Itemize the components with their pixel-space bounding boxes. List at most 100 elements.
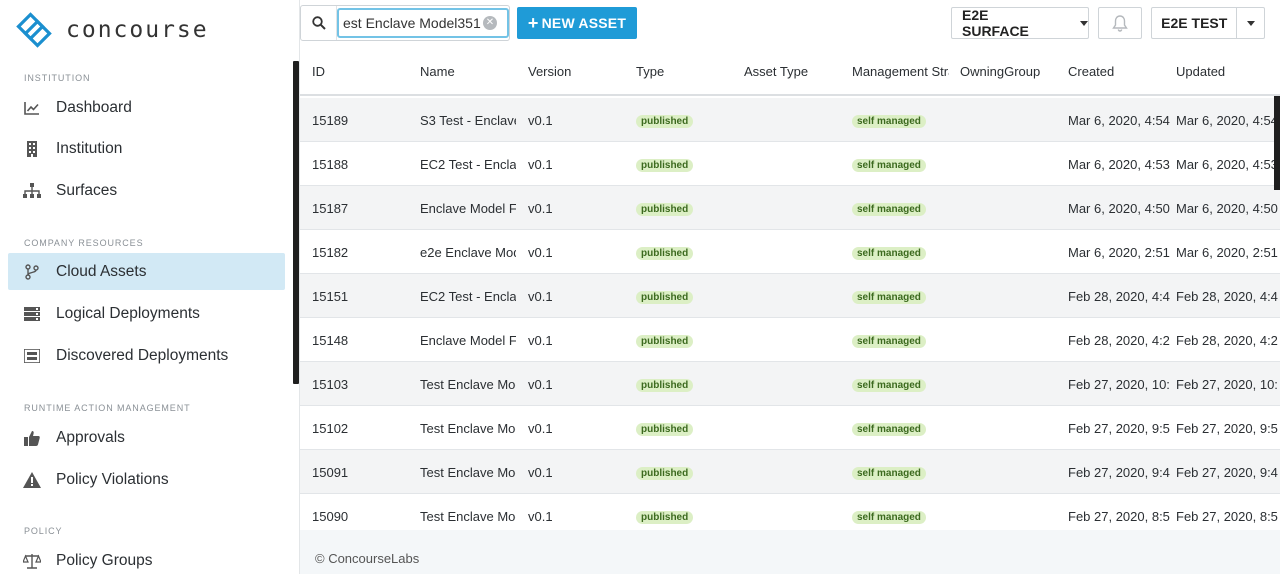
management-badge: self managed — [852, 159, 926, 172]
sidebar-item-discovered-deployments[interactable]: Discovered Deployments — [8, 337, 285, 374]
sidebar-item-surfaces[interactable]: Surfaces — [8, 172, 285, 209]
cell-name: Test Enclave Moc — [420, 421, 516, 436]
management-badge: self managed — [852, 203, 926, 216]
footer-copyright: © ConcourseLabs — [315, 551, 420, 566]
cell-updated: Feb 27, 2020, 9:5 — [1176, 421, 1278, 436]
table-row[interactable]: 15090 Test Enclave Moc v0.1 published self m… — [300, 494, 1280, 530]
section-title-company-resources: COMPANY RESOURCES — [24, 238, 144, 248]
cell-updated: Feb 27, 2020, 10: — [1176, 377, 1278, 392]
new-asset-button[interactable]: + NEW ASSET — [517, 7, 637, 39]
table-row[interactable]: 15188 EC2 Test - Enclav v0.1 published self … — [300, 142, 1280, 186]
sidebar-item-label: Policy Groups — [56, 551, 153, 569]
surface-dropdown-label: E2E SURFACE — [962, 7, 1029, 39]
cell-updated: Mar 6, 2020, 4:50 — [1176, 201, 1278, 216]
column-header-version[interactable]: Version — [528, 64, 628, 79]
cell-name: Test Enclave Moc — [420, 465, 516, 480]
warning-icon — [23, 471, 41, 489]
sidebar-item-label: Discovered Deployments — [56, 346, 229, 364]
server-icon — [23, 305, 41, 323]
type-badge: published — [636, 203, 694, 216]
cell-name: S3 Test - Enclave — [420, 113, 516, 128]
management-badge: self managed — [852, 379, 926, 392]
type-badge: published — [636, 115, 694, 128]
column-header-updated[interactable]: Updated — [1176, 64, 1276, 79]
cell-updated: Feb 28, 2020, 4:4 — [1176, 289, 1278, 304]
column-header-type[interactable]: Type — [636, 64, 736, 79]
cell-id: 15188 — [312, 157, 349, 172]
table-scrollbar[interactable] — [1274, 96, 1280, 190]
notifications-button[interactable] — [1098, 7, 1142, 39]
brand-name: concourse — [66, 17, 209, 43]
sidebar-scrollbar[interactable] — [293, 61, 299, 384]
cell-id: 15090 — [312, 509, 349, 524]
building-icon — [23, 140, 41, 158]
cell-id: 15189 — [312, 113, 349, 128]
surface-dropdown[interactable]: E2E SURFACE — [951, 7, 1089, 39]
table-row[interactable]: 15148 Enclave Model Fo v0.1 published self m… — [300, 318, 1280, 362]
sidebar: concourse INSTITUTION Dashboard Institut… — [0, 0, 300, 574]
management-badge: self managed — [852, 247, 926, 260]
sidebar-item-label: Policy Violations — [56, 470, 169, 488]
column-header-owning-group[interactable]: OwningGroup — [960, 64, 1060, 79]
column-header-asset-type[interactable]: Asset Type — [744, 64, 844, 79]
cell-created: Feb 27, 2020, 10: — [1068, 377, 1170, 392]
user-menu-toggle[interactable] — [1236, 8, 1264, 38]
top-bar: ✕ + NEW ASSET E2E SURFACE E2E TEST — [300, 0, 1280, 46]
sidebar-item-policy-violations[interactable]: Policy Violations — [8, 461, 285, 498]
cell-id: 15182 — [312, 245, 349, 260]
cell-version: v0.1 — [528, 377, 553, 392]
footer: © ConcourseLabs — [300, 530, 1280, 574]
cell-created: Mar 6, 2020, 4:54 — [1068, 113, 1170, 128]
table-row[interactable]: 15102 Test Enclave Moc v0.1 published self m… — [300, 406, 1280, 450]
cell-created: Mar 6, 2020, 4:50 — [1068, 201, 1170, 216]
concourse-logo-icon — [16, 12, 52, 48]
cell-name: Test Enclave Moc — [420, 509, 516, 524]
management-badge: self managed — [852, 335, 926, 348]
sidebar-item-policy-groups[interactable]: Policy Groups — [8, 542, 285, 574]
table-row[interactable]: 15189 S3 Test - Enclave v0.1 published self … — [300, 98, 1280, 142]
management-badge: self managed — [852, 115, 926, 128]
cell-updated: Mar 6, 2020, 4:53 — [1176, 157, 1278, 172]
cell-version: v0.1 — [528, 421, 553, 436]
table-row[interactable]: 15187 Enclave Model Fo v0.1 published self m… — [300, 186, 1280, 230]
type-badge: published — [636, 467, 694, 480]
cell-created: Mar 6, 2020, 4:53 — [1068, 157, 1170, 172]
code-branch-icon — [23, 263, 41, 281]
type-badge: published — [636, 291, 694, 304]
column-header-created[interactable]: Created — [1068, 64, 1168, 79]
management-badge: self managed — [852, 511, 926, 524]
type-badge: published — [636, 423, 694, 436]
bell-icon — [1112, 15, 1128, 32]
cell-name: EC2 Test - Enclav — [420, 289, 516, 304]
column-header-management-strategy[interactable]: Management Stra — [852, 64, 949, 79]
table-row[interactable]: 15151 EC2 Test - Enclav v0.1 published self … — [300, 274, 1280, 318]
table-row[interactable]: 15091 Test Enclave Moc v0.1 published self m… — [300, 450, 1280, 494]
sidebar-item-cloud-assets[interactable]: Cloud Assets — [8, 253, 285, 290]
logo[interactable]: concourse — [16, 12, 209, 48]
sidebar-item-logical-deployments[interactable]: Logical Deployments — [8, 295, 285, 332]
cell-version: v0.1 — [528, 465, 553, 480]
sidebar-item-label: Dashboard — [56, 98, 132, 116]
sidebar-item-approvals[interactable]: Approvals — [8, 419, 285, 456]
clear-search-icon[interactable]: ✕ — [483, 16, 497, 30]
search-button[interactable] — [301, 6, 337, 40]
cell-id: 15148 — [312, 333, 349, 348]
sidebar-item-institution[interactable]: Institution — [8, 130, 285, 167]
table-row[interactable]: 15182 e2e Enclave Mod v0.1 published self ma… — [300, 230, 1280, 274]
section-title-runtime-action-management: RUNTIME ACTION MANAGEMENT — [24, 403, 191, 413]
cell-updated: Mar 6, 2020, 4:54 — [1176, 113, 1278, 128]
cell-version: v0.1 — [528, 333, 553, 348]
cell-updated: Feb 27, 2020, 8:5 — [1176, 509, 1278, 524]
cell-name: Enclave Model Fo — [420, 201, 516, 216]
column-header-id[interactable]: ID — [312, 64, 402, 79]
table-row[interactable]: 15103 Test Enclave Moc v0.1 published self m… — [300, 362, 1280, 406]
management-badge: self managed — [852, 467, 926, 480]
table-header: ID Name Version Type Asset Type Manageme… — [300, 46, 1280, 96]
cell-name: EC2 Test - Enclav — [420, 157, 516, 172]
column-header-name[interactable]: Name — [420, 64, 520, 79]
sidebar-item-label: Logical Deployments — [56, 304, 200, 322]
sidebar-item-dashboard[interactable]: Dashboard — [8, 89, 285, 126]
cell-created: Feb 28, 2020, 4:2 — [1068, 333, 1170, 348]
cell-id: 15091 — [312, 465, 349, 480]
user-menu[interactable]: E2E TEST — [1151, 7, 1265, 39]
